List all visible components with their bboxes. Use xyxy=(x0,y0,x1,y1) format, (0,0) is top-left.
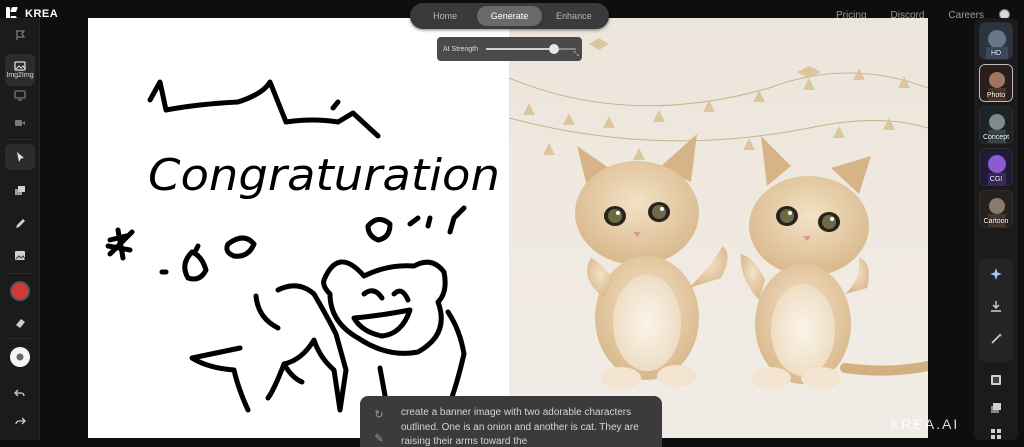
app-root: KREA Pricing Discord Careers Img2Img Con… xyxy=(0,0,1024,447)
refresh-icon[interactable]: ↻ xyxy=(373,409,385,421)
layers-icon xyxy=(14,186,25,195)
picture-icon xyxy=(15,250,26,260)
color-swatch xyxy=(10,281,30,301)
slider-handle[interactable] xyxy=(548,44,559,54)
edit-tools-group xyxy=(979,258,1013,362)
aspect-ratio-icon xyxy=(991,375,1001,385)
tool-screen[interactable] xyxy=(5,82,35,108)
video-icon xyxy=(15,120,25,126)
tab-enhance[interactable]: Enhance xyxy=(542,6,606,26)
wand-icon xyxy=(990,332,1002,344)
style-label: CGI xyxy=(989,176,1003,183)
edit-icon[interactable]: ✎ xyxy=(373,433,385,445)
tool-shapes[interactable] xyxy=(5,178,35,204)
monitor-icon xyxy=(14,89,26,101)
watermark: KREA.AI xyxy=(890,416,960,432)
tool-image-upload[interactable] xyxy=(5,242,35,268)
undo-icon xyxy=(14,389,25,397)
style-label: HD xyxy=(990,50,1002,57)
tab-home[interactable]: Home xyxy=(413,6,477,26)
tool-eraser[interactable] xyxy=(5,310,35,336)
tool-video[interactable] xyxy=(5,110,35,136)
flag-icon xyxy=(16,30,26,40)
redo-icon xyxy=(15,417,26,425)
right-toolbar: HD Photo Concept CGI Cartoon xyxy=(974,18,1018,440)
expand-icon[interactable]: ⤡ xyxy=(573,51,579,59)
stack-icon xyxy=(991,403,1001,413)
download-button[interactable] xyxy=(984,296,1008,316)
sparkle-icon xyxy=(990,268,1002,280)
style-concept[interactable]: Concept xyxy=(979,106,1013,144)
magic-wand-button[interactable] xyxy=(984,328,1008,348)
cats-photo xyxy=(509,18,928,438)
sparkle-button[interactable] xyxy=(984,264,1008,284)
style-cgi[interactable]: CGI xyxy=(979,148,1013,186)
style-hd[interactable]: HD xyxy=(979,22,1013,60)
drawn-text: Congraturation xyxy=(148,150,500,201)
prompt-input[interactable]: create a banner image with two adorable … xyxy=(401,406,651,447)
eraser-icon xyxy=(16,319,25,328)
grid-button[interactable] xyxy=(984,424,1008,444)
cursor-icon xyxy=(17,152,24,162)
ai-strength-panel: AI Strength ⤡ xyxy=(437,37,582,61)
tool-select[interactable] xyxy=(5,144,35,170)
left-toolbar: Img2Img xyxy=(0,18,40,440)
grid-icon xyxy=(991,429,1001,439)
aspect-ratio-button[interactable] xyxy=(984,370,1008,390)
background-circle-icon xyxy=(10,347,30,367)
style-label: Cartoon xyxy=(983,218,1009,225)
ai-strength-slider[interactable] xyxy=(486,44,576,54)
layers-button[interactable] xyxy=(984,398,1008,418)
sketch-drawing: Congraturation xyxy=(105,79,500,415)
tool-img2img-label: Img2Img xyxy=(6,72,34,79)
undo-button[interactable] xyxy=(5,380,35,406)
style-photo[interactable]: Photo xyxy=(979,64,1013,102)
ai-strength-label: AI Strength xyxy=(443,45,479,53)
style-label: Photo xyxy=(986,92,1006,99)
mode-tabs: Home Generate Enhance xyxy=(410,3,609,29)
tab-generate[interactable]: Generate xyxy=(477,6,542,26)
pen-icon xyxy=(16,219,25,228)
brush-color-swatch[interactable] xyxy=(5,278,35,304)
image-icon xyxy=(14,61,26,71)
tool-realtime[interactable] xyxy=(5,22,35,48)
tool-brush[interactable] xyxy=(5,210,35,236)
download-icon xyxy=(991,301,1001,312)
tool-background[interactable] xyxy=(5,344,35,370)
generated-image[interactable] xyxy=(509,18,928,438)
redo-button[interactable] xyxy=(5,408,35,434)
style-label: Concept xyxy=(982,134,1010,141)
style-cartoon[interactable]: Cartoon xyxy=(979,190,1013,228)
drawing-canvas[interactable]: Congraturation xyxy=(88,18,509,438)
prompt-box: ↻ ✎ create a banner image with two adora… xyxy=(360,396,662,447)
slider-fill xyxy=(486,48,554,50)
